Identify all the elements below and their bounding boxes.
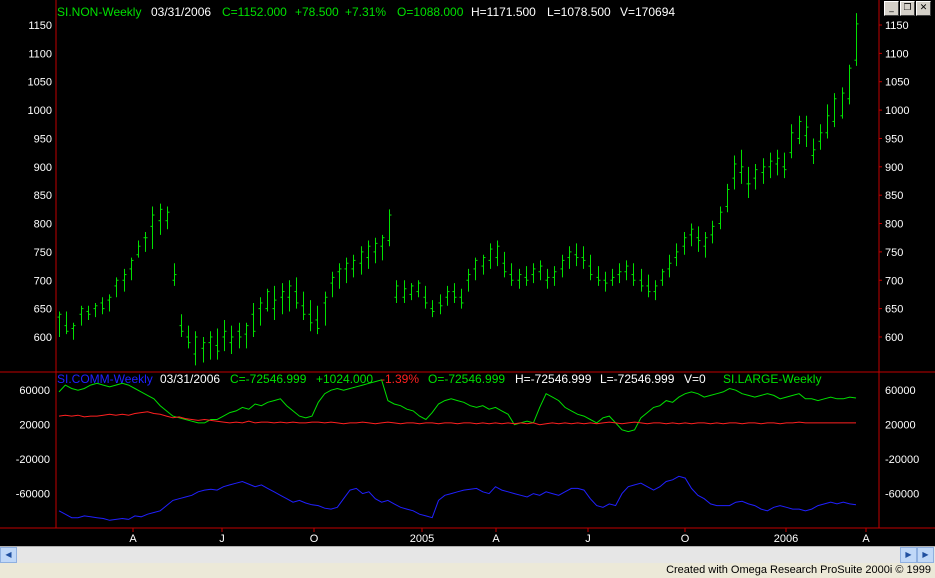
price-tick-label-right: 650 (885, 304, 903, 316)
x-tick-label: O (310, 533, 319, 545)
chart-frame (0, 0, 935, 529)
chart-canvas: 600 600 650 650 700 700 750 750 800 800 850 850 900 9… (0, 0, 935, 545)
cot-y-axis: 60000 60000 20000 20000 -20000 -20000 -60000 -6… (16, 385, 920, 500)
cot-symbol: SI.COMM-Weekly (57, 372, 153, 386)
restore-button[interactable]: ❐ (900, 1, 915, 16)
x-tick-label: J (585, 533, 591, 545)
cot-line-si-small-weekly (58, 411, 856, 426)
price-tick-label-right: 950 (885, 133, 903, 145)
x-tick-label: A (862, 533, 870, 545)
scroll-end-button[interactable]: ▶ (917, 547, 934, 563)
cot-change: +1024.000 (316, 372, 373, 386)
price-tick-label-right: 1150 (885, 20, 909, 32)
cot-line-si-comm-weekly (58, 475, 857, 521)
price-bars (57, 13, 859, 366)
cot-header: SI.COMM-Weekly 03/31/2006 C=-72546.999 +… (57, 372, 821, 386)
cot-tick-label-left: 20000 (19, 420, 50, 432)
horizontal-scrollbar[interactable]: ◀ ▶ ▶ (0, 546, 935, 563)
price-tick-label-left: 700 (34, 275, 52, 287)
x-axis: A J O 2005 A J O 2006 A (129, 528, 870, 545)
price-tick-label-right: 850 (885, 190, 903, 202)
cot-open: O=-72546.999 (428, 372, 505, 386)
price-tick-label-right: 1100 (885, 48, 909, 60)
price-change: +78.500 (295, 5, 339, 19)
price-tick-label-left: 950 (34, 133, 52, 145)
cot-date: 03/31/2006 (160, 372, 220, 386)
price-tick-label-left: 750 (34, 247, 52, 259)
price-tick-label-right: 700 (885, 275, 903, 287)
price-tick-label-left: 850 (34, 190, 52, 202)
cot-tick-label-right: 20000 (885, 420, 916, 432)
cot-volume: V=0 (684, 372, 706, 386)
cot-low: L=-72546.999 (600, 372, 675, 386)
price-tick-label-right: 750 (885, 247, 903, 259)
cot-close: C=-72546.999 (230, 372, 307, 386)
price-tick-label-left: 1150 (28, 20, 52, 32)
price-pct: +7.31% (345, 5, 386, 19)
price-header: SI.NON-Weekly 03/31/2006 C=1152.000 +78.… (57, 5, 675, 19)
cot-lines (58, 379, 857, 521)
price-open: O=1088.000 (397, 5, 464, 19)
cot-high: H=-72546.999 (515, 372, 592, 386)
price-tick-label-right: 900 (885, 162, 903, 174)
x-tick-label: A (129, 533, 137, 545)
close-button[interactable]: ✕ (916, 1, 931, 16)
cot-tick-label-right: 60000 (885, 385, 916, 397)
price-tick-label-left: 600 (34, 332, 52, 344)
cot-tick-label-right: -20000 (885, 454, 919, 466)
price-low: L=1078.500 (547, 5, 611, 19)
cot-second-symbol: SI.LARGE-Weekly (723, 372, 821, 386)
x-tick-label: 2006 (774, 533, 798, 545)
x-tick-label: J (219, 533, 225, 545)
x-tick-label: O (681, 533, 690, 545)
price-tick-label-left: 800 (34, 219, 52, 231)
cot-tick-label-right: -60000 (885, 489, 919, 501)
price-y-axis: 600 600 650 650 700 700 750 750 800 800 850 850 900 9… (28, 20, 910, 344)
cot-tick-label-left: -60000 (16, 489, 50, 501)
price-tick-label-left: 1050 (28, 77, 52, 89)
price-tick-label-right: 1050 (885, 77, 909, 89)
credit-text: Created with Omega Research ProSuite 200… (666, 564, 931, 576)
price-high: H=1171.500 (471, 5, 536, 19)
price-tick-label-left: 1100 (28, 48, 52, 60)
cot-tick-label-left: -20000 (16, 454, 50, 466)
price-date: 03/31/2006 (151, 5, 211, 19)
scroll-left-button[interactable]: ◀ (0, 547, 17, 563)
price-tick-label-right: 600 (885, 332, 903, 344)
price-tick-label-right: 1000 (885, 105, 909, 117)
cot-tick-label-left: 60000 (19, 385, 50, 397)
minimize-button[interactable]: _ (884, 1, 899, 16)
price-tick-label-left: 650 (34, 304, 52, 316)
cot-pct: -1.39% (381, 372, 419, 386)
price-volume: V=170694 (620, 5, 675, 19)
price-tick-label-right: 800 (885, 219, 903, 231)
price-close: C=1152.000 (222, 5, 287, 19)
scroll-right-button[interactable]: ▶ (900, 547, 917, 563)
price-symbol: SI.NON-Weekly (57, 5, 141, 19)
status-bar: Created with Omega Research ProSuite 200… (0, 563, 935, 578)
x-tick-label: 2005 (410, 533, 434, 545)
price-tick-label-left: 1000 (28, 105, 52, 117)
x-tick-label: A (492, 533, 500, 545)
price-tick-label-left: 900 (34, 162, 52, 174)
